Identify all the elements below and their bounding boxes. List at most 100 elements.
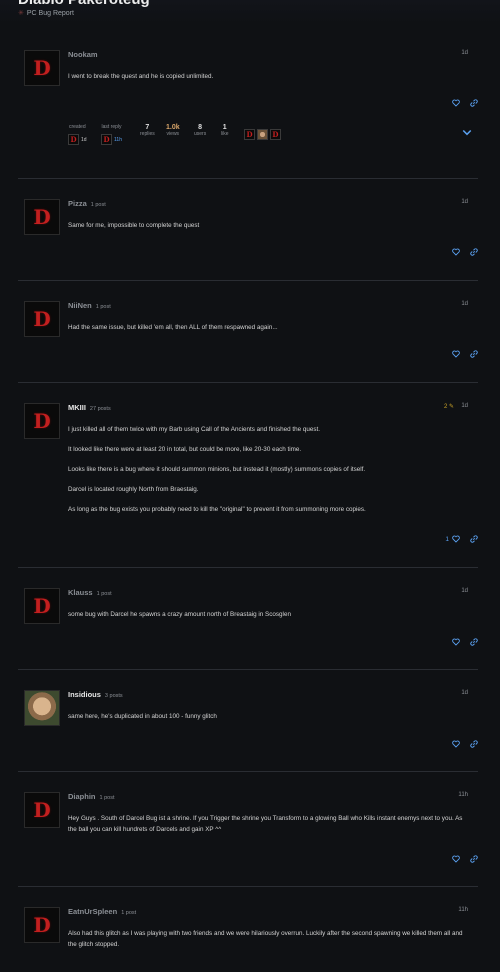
like-count: 1	[445, 535, 449, 543]
post-divider	[18, 382, 478, 383]
views-stat: 1.0k views	[166, 124, 180, 137]
post-actions	[452, 855, 478, 863]
username[interactable]: Nookam	[68, 50, 98, 59]
participant-avatar	[256, 129, 268, 140]
post-body: Also had this glitch as I was playing wi…	[68, 930, 463, 948]
share-button[interactable]	[470, 350, 478, 358]
link-icon	[470, 350, 478, 358]
diablo-logo-icon: D	[33, 205, 51, 229]
post-body: Had the same issue, but killed 'em all, …	[68, 324, 278, 331]
username[interactable]: Pizza 1 post	[68, 199, 106, 208]
share-button[interactable]	[470, 535, 478, 543]
like-button[interactable]: 1	[445, 535, 460, 543]
avatar[interactable]: D	[24, 301, 60, 337]
username[interactable]: Insidious 3 posts	[68, 690, 123, 699]
participant-avatar: D	[244, 129, 255, 140]
replies-stat: 7 replies	[140, 124, 155, 137]
creator-avatar: D	[68, 134, 79, 145]
post-date[interactable]: 1d	[461, 301, 468, 307]
post-actions	[452, 99, 478, 107]
heart-icon	[452, 99, 460, 107]
category-icon: ✳	[18, 10, 24, 17]
diablo-logo-icon: D	[33, 307, 51, 331]
link-icon	[470, 638, 478, 646]
category-badge[interactable]: ✳ PC Bug Report	[18, 9, 74, 18]
post-8: D EatnUrSpleen 1 post 11h Also had this g…	[18, 907, 478, 972]
post-date[interactable]: 1d	[461, 690, 468, 696]
post-actions	[452, 248, 478, 256]
chevron-down-icon[interactable]	[462, 129, 472, 137]
topic-header: Diablo Pakeroteug ✳ PC Bug Report	[0, 0, 500, 24]
post-7: D Diaphin 1 post 11h Hey Guys . South of …	[18, 792, 478, 867]
post-date[interactable]: 1d	[461, 50, 468, 56]
username[interactable]: Diaphin 1 post	[68, 792, 114, 801]
post-6: Insidious 3 posts 1d same here, he's dupl…	[18, 690, 478, 750]
topic-map: created D 1d last reply D 11h 7 replies 1.…	[68, 124, 478, 152]
likes-stat: 1 like	[221, 124, 229, 137]
post-date[interactable]: 11h	[458, 792, 468, 798]
post-actions	[452, 638, 478, 646]
users-stat: 8 users	[194, 124, 207, 137]
username[interactable]: NiiNen 1 post	[68, 301, 111, 310]
post-divider	[18, 886, 478, 887]
like-button[interactable]	[452, 248, 460, 256]
post-body: I just killed all of them twice with my …	[68, 426, 366, 513]
post-actions: 1	[445, 535, 478, 543]
like-button[interactable]	[452, 350, 460, 358]
last-reply-info[interactable]: last reply D 11h	[101, 124, 122, 145]
heart-icon	[452, 535, 460, 543]
avatar[interactable]: D	[24, 50, 60, 86]
last-replier-avatar: D	[101, 134, 112, 145]
share-button[interactable]	[470, 740, 478, 748]
post-5: D Klauss 1 post 1d some bug with Darcel h…	[18, 588, 478, 648]
avatar[interactable]	[24, 690, 60, 726]
post-divider	[18, 771, 478, 772]
post-body: Same for me, impossible to complete the …	[68, 222, 200, 229]
post-body: some bug with Darcel he spawns a crazy a…	[68, 611, 291, 618]
post-date[interactable]: 1d	[461, 403, 468, 409]
created-info[interactable]: created D 1d	[68, 124, 87, 145]
post-date[interactable]: 11h	[458, 907, 468, 913]
heart-icon	[452, 855, 460, 863]
avatar[interactable]: D	[24, 792, 60, 828]
post-date[interactable]: 1d	[461, 199, 468, 205]
avatar[interactable]: D	[24, 403, 60, 439]
share-button[interactable]	[470, 855, 478, 863]
like-button[interactable]	[452, 638, 460, 646]
post-1: D Nookam 1d I went to break the quest an…	[18, 50, 478, 150]
post-body: same here, he's duplicated in about 100 …	[68, 713, 217, 720]
heart-icon	[452, 740, 460, 748]
post-3: D NiiNen 1 post 1d Had the same issue, bu…	[18, 301, 478, 361]
category-label: PC Bug Report	[26, 9, 74, 17]
username[interactable]: EatnUrSpleen 1 post	[68, 907, 136, 916]
username[interactable]: MKIII 27 posts	[68, 403, 111, 412]
like-button[interactable]	[452, 740, 460, 748]
share-button[interactable]	[470, 99, 478, 107]
diablo-logo-icon: D	[33, 56, 51, 80]
link-icon	[470, 740, 478, 748]
post-body: I went to break the quest and he is copi…	[68, 73, 214, 80]
participant-avatar: D	[269, 129, 281, 140]
avatar[interactable]: D	[24, 199, 60, 235]
avatar[interactable]: D	[24, 907, 60, 943]
post-divider	[18, 567, 478, 568]
link-icon	[470, 535, 478, 543]
link-icon	[470, 99, 478, 107]
post-divider	[18, 280, 478, 281]
post-2: D Pizza 1 post 1d Same for me, impossible…	[18, 199, 478, 259]
avatar[interactable]: D	[24, 588, 60, 624]
share-button[interactable]	[470, 638, 478, 646]
edit-history-button[interactable]: 2 ✎	[444, 403, 454, 410]
post-divider	[18, 178, 478, 179]
post-body: Hey Guys . South of Darcel Bug ist a shr…	[68, 815, 463, 833]
username[interactable]: Klauss 1 post	[68, 588, 112, 597]
like-button[interactable]	[452, 855, 460, 863]
topic-title[interactable]: Diablo Pakeroteug	[18, 0, 150, 8]
like-button[interactable]	[452, 99, 460, 107]
heart-icon	[452, 350, 460, 358]
share-button[interactable]	[470, 248, 478, 256]
link-icon	[470, 248, 478, 256]
post-date[interactable]: 1d	[461, 588, 468, 594]
participant-avatars[interactable]: D D	[244, 129, 281, 140]
diablo-logo-icon: D	[33, 409, 51, 433]
